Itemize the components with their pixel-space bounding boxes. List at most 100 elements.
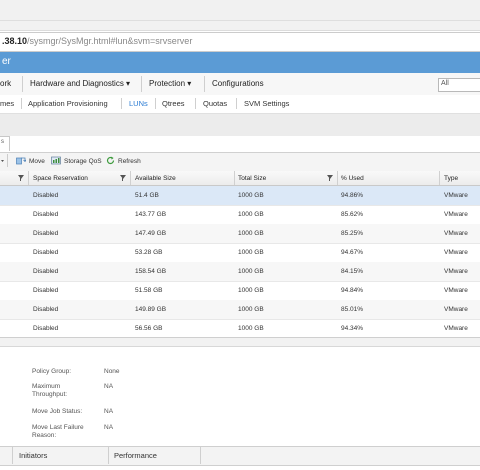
cell-type: VMware [444, 306, 468, 313]
menu-configurations[interactable]: Configurations [212, 79, 264, 88]
cell-space-reservation: Disabled [33, 230, 59, 237]
menu-divider [22, 76, 23, 92]
detail-move-job-status-label: Move Job Status: [32, 408, 83, 415]
cell-percent-used: 85.01% [341, 306, 364, 313]
menu-network[interactable]: ork [0, 79, 11, 88]
refresh-button[interactable]: Refresh [118, 158, 141, 165]
cell-total-size: 1000 GB [238, 325, 264, 332]
column-header-space-reservation[interactable]: Space Reservation [33, 175, 88, 182]
cell-percent-used: 94.84% [341, 287, 364, 294]
cell-type: VMware [444, 192, 468, 199]
cell-percent-used: 94.67% [341, 249, 364, 256]
detail-move-job-status-value: NA [104, 408, 114, 415]
dropdown-arrow-icon[interactable] [1, 156, 4, 165]
column-header-total-size[interactable]: Total Size [238, 175, 266, 182]
cell-percent-used: 94.34% [341, 325, 364, 332]
cell-type: VMware [444, 230, 468, 237]
menu-protection[interactable]: Protection ▾ [149, 79, 191, 88]
column-divider [234, 171, 235, 185]
cell-percent-used: 85.62% [341, 211, 364, 218]
cell-space-reservation: Disabled [33, 249, 59, 256]
submenu-quotas[interactable]: Quotas [203, 99, 227, 108]
cell-total-size: 1000 GB [238, 287, 264, 294]
cell-available-size: 147.49 GB [135, 230, 167, 237]
submenu-divider [155, 98, 156, 109]
refresh-icon[interactable] [106, 156, 115, 165]
detail-max-throughput-value: NA [104, 383, 114, 390]
filter-icon[interactable] [120, 175, 126, 179]
filter-icon[interactable] [327, 175, 333, 179]
cell-space-reservation: Disabled [33, 306, 59, 313]
cell-available-size: 51.4 GB [135, 192, 159, 199]
cell-available-size: 56.56 GB [135, 325, 163, 332]
cell-available-size: 51.58 GB [135, 287, 163, 294]
cell-available-size: 143.77 GB [135, 211, 167, 218]
submenu-divider [21, 98, 22, 109]
tab-label: s [1, 139, 4, 145]
submenu-svm-settings[interactable]: SVM Settings [244, 99, 289, 108]
content-separator [0, 114, 480, 136]
tab-performance-label: Performance [114, 451, 157, 460]
column-divider [439, 171, 440, 185]
menu-divider [204, 76, 205, 92]
browser-toolbar [0, 0, 480, 31]
column-header-percent-used[interactable]: % Used [341, 175, 364, 182]
column-divider [337, 171, 338, 185]
detail-policy-group-value: None [104, 368, 120, 375]
move-icon[interactable] [16, 156, 27, 165]
cell-total-size: 1000 GB [238, 211, 264, 218]
move-button[interactable]: Move [29, 158, 45, 165]
toolbar-divider [7, 154, 8, 167]
cell-percent-used: 94.86% [341, 192, 364, 199]
cell-space-reservation: Disabled [33, 211, 59, 218]
detail-policy-group-label: Policy Group: [32, 368, 72, 375]
app-title: er [2, 56, 11, 67]
cell-space-reservation: Disabled [33, 192, 59, 199]
cell-total-size: 1000 GB [238, 230, 264, 237]
detail-move-last-failure-value: NA [104, 424, 114, 431]
storage-qos-icon[interactable] [51, 156, 61, 165]
grid-divider [0, 346, 480, 347]
detail-max-throughput-label-2: Throughput: [32, 391, 68, 398]
address-url[interactable]: .38.10/sysmgr/SysMgr.html#lun&svm=srvser… [2, 36, 192, 46]
cell-available-size: 149.89 GB [135, 306, 167, 313]
tab-initiators-label: Initiators [19, 451, 48, 460]
cell-available-size: 53.28 GB [135, 249, 163, 256]
menu-hardware-diagnostics[interactable]: Hardware and Diagnostics ▾ [30, 79, 130, 88]
submenu-luns[interactable]: LUNs [129, 99, 148, 108]
column-divider [28, 171, 29, 185]
menu-divider [141, 76, 142, 92]
search-scope-value: All [441, 80, 449, 87]
cell-total-size: 1000 GB [238, 249, 264, 256]
cell-type: VMware [444, 287, 468, 294]
cell-type: VMware [444, 211, 468, 218]
detail-move-last-failure-label-2: Reason: [32, 432, 57, 439]
cell-percent-used: 85.25% [341, 230, 364, 237]
detail-move-last-failure-label: Move Last Failure [32, 424, 84, 431]
submenu-divider [195, 98, 196, 109]
storage-qos-button[interactable]: Storage QoS [64, 158, 102, 165]
column-header-available-size[interactable]: Available Size [135, 175, 176, 182]
cell-type: VMware [444, 325, 468, 332]
cell-total-size: 1000 GB [238, 306, 264, 313]
cell-space-reservation: Disabled [33, 325, 59, 332]
submenu-divider [121, 98, 122, 109]
browser-divider [0, 20, 480, 21]
submenu-qtrees[interactable]: Qtrees [162, 99, 185, 108]
cell-type: VMware [444, 268, 468, 275]
cell-space-reservation: Disabled [33, 268, 59, 275]
cell-space-reservation: Disabled [33, 287, 59, 294]
filter-icon-stem [122, 178, 123, 181]
cell-total-size: 1000 GB [238, 192, 264, 199]
column-header-type[interactable]: Type [444, 175, 458, 182]
filter-icon[interactable] [18, 175, 24, 179]
column-divider [130, 171, 131, 185]
submenu-volumes[interactable]: mes [0, 99, 14, 108]
cell-available-size: 158.54 GB [135, 268, 167, 275]
submenu-divider [236, 98, 237, 109]
filter-icon-stem [20, 178, 21, 181]
submenu-application-provisioning[interactable]: Application Provisioning [28, 99, 108, 108]
cell-percent-used: 84.15% [341, 268, 364, 275]
app-header [0, 52, 480, 73]
cell-total-size: 1000 GB [238, 268, 264, 275]
